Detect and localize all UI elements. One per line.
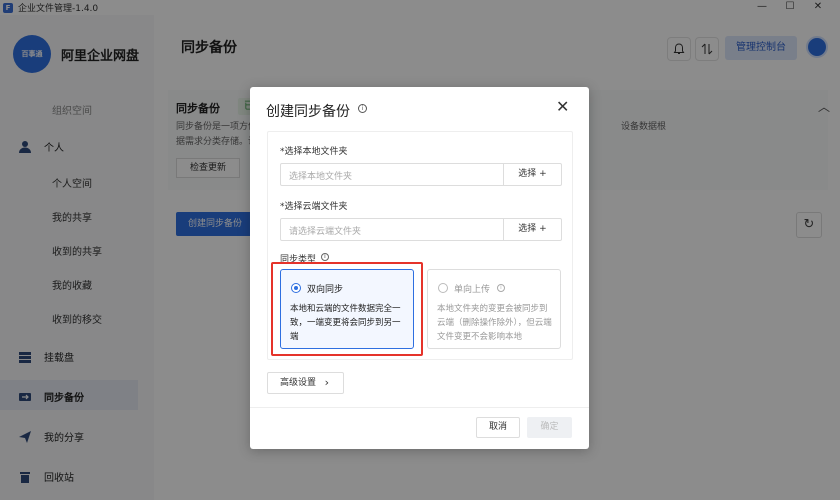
cloud-folder-label: *选择云端文件夹	[280, 202, 348, 212]
dialog-title: 创建同步备份	[266, 104, 350, 120]
radio-one-way[interactable]	[438, 283, 448, 293]
one-way-desc: 本地文件夹的变更会被同步到云端（删除操作除外），但云端文件变更不会影响本地	[437, 304, 552, 342]
highlight-box	[271, 262, 423, 356]
confirm-button[interactable]: 确定	[527, 417, 572, 438]
info-icon[interactable]: i	[358, 104, 367, 113]
chevron-right-icon: ›	[324, 376, 329, 389]
local-folder-label: *选择本地文件夹	[280, 147, 348, 157]
cloud-select-button[interactable]: 选择 +	[503, 219, 561, 240]
dialog-divider	[250, 407, 589, 408]
close-icon[interactable]: ✕	[556, 97, 569, 116]
local-folder-input[interactable]: 选择本地文件夹	[289, 169, 352, 182]
advanced-settings-label: 高级设置	[280, 378, 317, 388]
local-folder-picker: 选择本地文件夹 选择 +	[280, 163, 562, 186]
local-select-button[interactable]: 选择 +	[503, 164, 561, 185]
advanced-settings-button[interactable]: 高级设置 ›	[267, 372, 344, 394]
option-one-way-upload[interactable]: 单向上传 i 本地文件夹的变更会被同步到云端（删除操作除外），但云端文件变更不会…	[427, 269, 561, 349]
cloud-folder-picker: 请选择云端文件夹 选择 +	[280, 218, 562, 241]
sync-type-info-icon[interactable]: i	[321, 253, 329, 261]
one-way-title: 单向上传	[454, 285, 491, 295]
one-way-info-icon[interactable]: i	[497, 284, 505, 292]
cloud-folder-input[interactable]: 请选择云端文件夹	[289, 224, 361, 237]
cancel-button[interactable]: 取消	[476, 417, 520, 438]
